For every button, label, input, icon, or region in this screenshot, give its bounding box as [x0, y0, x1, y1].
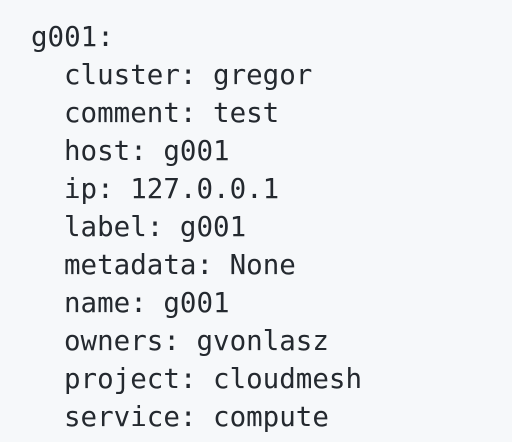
property-comment: comment: test: [64, 94, 279, 132]
property-host: host: g001: [64, 132, 230, 170]
root-key: g001:: [31, 21, 114, 53]
property-value: gregor: [213, 59, 313, 91]
property-key: ip:: [64, 173, 114, 205]
property-value: g001: [163, 135, 230, 167]
property-key: name:: [64, 287, 147, 319]
property-key: comment:: [64, 97, 197, 129]
property-value: 127.0.0.1: [130, 173, 280, 205]
property-value: g001: [163, 287, 230, 319]
property-value: test: [213, 97, 280, 129]
property-owners: owners: gvonlasz: [64, 322, 329, 360]
property-service: service: compute: [64, 398, 329, 436]
yaml-code-block: g001: cluster: gregor comment: test host…: [0, 0, 512, 442]
property-value: cloudmesh: [213, 363, 363, 395]
property-value: compute: [213, 401, 329, 433]
property-metadata: metadata: None: [64, 246, 296, 284]
property-ip: ip: 127.0.0.1: [64, 170, 279, 208]
property-value: None: [229, 249, 296, 281]
property-key: metadata:: [64, 249, 214, 281]
property-key: cluster:: [64, 59, 197, 91]
property-key: service:: [64, 401, 197, 433]
property-key: project:: [64, 363, 197, 395]
property-value: g001: [179, 211, 247, 243]
property-project: project: cloudmesh: [64, 360, 362, 398]
property-value: gvonlasz: [196, 325, 329, 357]
property-cluster: cluster: gregor: [64, 56, 312, 94]
property-label: label: g001: [64, 208, 246, 246]
property-key: label:: [64, 211, 164, 243]
property-key: owners:: [64, 325, 180, 357]
property-name: name: g001: [64, 284, 230, 322]
property-key: host:: [64, 135, 147, 167]
